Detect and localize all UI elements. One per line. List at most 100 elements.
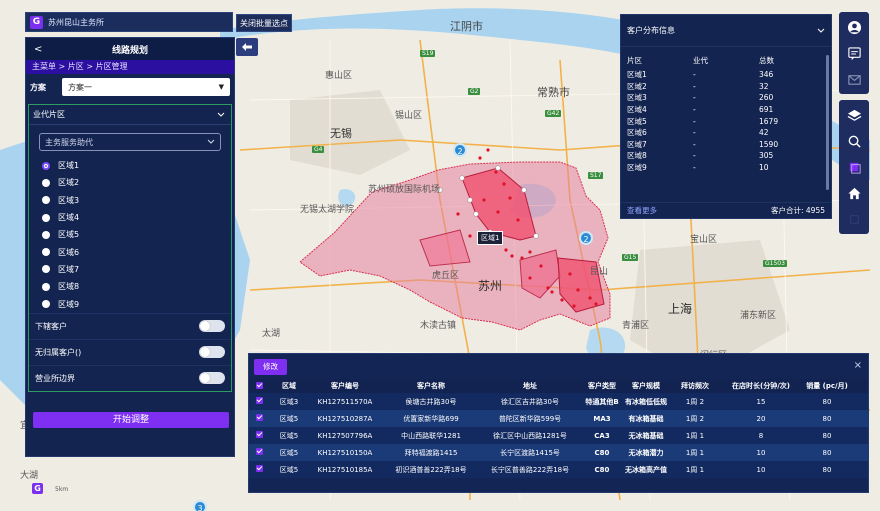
table-cell: 1周 2 bbox=[685, 397, 705, 406]
table-header-cell: 客户名称 bbox=[417, 382, 445, 390]
toggle-label: 无归属客户() bbox=[35, 347, 82, 357]
zone-radio-item[interactable]: 区域5 bbox=[29, 226, 231, 243]
table-cell: 无冰箱潜力 bbox=[628, 448, 664, 457]
zone-tag[interactable]: 区域1 bbox=[477, 231, 504, 245]
toggle-row: 营业所边界 bbox=[29, 364, 231, 391]
zone-radio-label: 区域2 bbox=[58, 178, 80, 188]
row-checkbox[interactable] bbox=[249, 414, 269, 423]
zone-radio-label: 区域8 bbox=[58, 282, 80, 292]
close-icon[interactable]: × bbox=[854, 360, 862, 371]
radio-icon[interactable] bbox=[42, 196, 50, 205]
row-checkbox[interactable] bbox=[249, 431, 269, 440]
back-button[interactable] bbox=[236, 38, 258, 56]
table-cell: KH127507796A bbox=[317, 431, 373, 440]
checkbox-icon[interactable] bbox=[255, 465, 263, 472]
radio-icon[interactable] bbox=[42, 178, 50, 187]
map-place-label: 无锡 bbox=[330, 127, 352, 140]
checkbox-icon[interactable] bbox=[255, 397, 263, 404]
table-cell: 徐汇区吉井路30号 bbox=[501, 397, 559, 406]
info-cell: 区域7 bbox=[627, 139, 647, 149]
toggle-switch[interactable] bbox=[199, 320, 225, 333]
info-cell: - bbox=[693, 128, 696, 138]
row-checkbox[interactable] bbox=[249, 448, 269, 457]
customer-total: 客户合计: 4955 bbox=[771, 205, 825, 216]
total-value: 4955 bbox=[805, 206, 825, 215]
view-more-link[interactable]: 查看更多 bbox=[627, 205, 657, 216]
map-scale: 5km bbox=[55, 486, 69, 493]
zone-radio-label: 区域3 bbox=[58, 195, 80, 205]
info-header[interactable]: 客户分布信息 bbox=[621, 15, 831, 47]
info-cell: - bbox=[693, 70, 696, 80]
zone-radio-item[interactable]: 区域4 bbox=[29, 209, 231, 226]
table-cell: 10 bbox=[756, 465, 766, 474]
radio-icon[interactable] bbox=[42, 265, 50, 274]
radio-icon[interactable] bbox=[42, 161, 50, 170]
checkbox-icon[interactable] bbox=[255, 414, 263, 421]
table-row[interactable]: 区域5 KH127510185A 初识酒普善222弄18号 长宁区普善路222弄18号… bbox=[249, 461, 868, 478]
zone-radio-item[interactable]: 区域7 bbox=[29, 261, 231, 278]
message-icon bbox=[847, 46, 861, 60]
checkbox-icon[interactable] bbox=[255, 448, 263, 455]
table-cell: 8 bbox=[758, 431, 764, 440]
toggle-label: 营业所边界 bbox=[35, 373, 75, 383]
table-cell: 1周 1 bbox=[685, 431, 705, 440]
zone-radio-item[interactable]: 区域2 bbox=[29, 174, 231, 191]
collapse-chevron-icon[interactable]: < bbox=[34, 44, 42, 55]
checkbox-icon[interactable] bbox=[255, 431, 263, 438]
radio-icon[interactable] bbox=[42, 282, 50, 291]
search-button[interactable] bbox=[839, 128, 869, 154]
helper-select[interactable]: 主务服务助代 bbox=[39, 133, 221, 151]
edit-button[interactable]: 修改 bbox=[254, 359, 287, 375]
table-header-cell: 客户规模 bbox=[632, 382, 660, 390]
table-cell: 中山西路联华1281 bbox=[401, 431, 461, 440]
home-button[interactable] bbox=[839, 180, 869, 206]
table-cell: 区域5 bbox=[279, 431, 299, 440]
user-button[interactable] bbox=[839, 14, 869, 40]
zone-radio-item[interactable]: 区域9 bbox=[29, 295, 231, 312]
layers-button[interactable] bbox=[839, 102, 869, 128]
radio-icon[interactable] bbox=[42, 248, 50, 257]
row-checkbox[interactable] bbox=[249, 465, 269, 474]
customer-table: 区域 客户编号 客户名称 地址 客户类型 客户规模 拜访频次 在店时长(分钟/次… bbox=[249, 379, 868, 478]
cluster-marker[interactable]: 2 bbox=[579, 231, 593, 245]
back-arrow-icon bbox=[242, 43, 252, 51]
radio-icon[interactable] bbox=[42, 213, 50, 222]
table-row[interactable]: 区域5 KH127510150A 拜特福渡路1415 长宁区渡路1415号 C80 无冰箱… bbox=[249, 444, 868, 461]
zone-section: 业代片区 主务服务助代 区域1 区域2 区域3 区域4 区域5 区域6 区域7 区域8 区域9 bbox=[28, 104, 232, 313]
info-scrollbar[interactable] bbox=[826, 55, 829, 190]
toggle-switch[interactable] bbox=[199, 372, 225, 385]
table-cell: 1周 1 bbox=[685, 448, 705, 457]
info-cell: 10 bbox=[759, 163, 769, 173]
cluster-marker[interactable]: 3 bbox=[193, 500, 207, 511]
zone-radio-item[interactable]: 区域8 bbox=[29, 278, 231, 295]
start-adjust-button[interactable]: 开始调整 bbox=[33, 412, 229, 428]
map-place-label: 浦东新区 bbox=[740, 311, 777, 321]
cluster-marker[interactable]: 2 bbox=[453, 143, 467, 157]
select-area-button[interactable] bbox=[839, 154, 869, 180]
zone-radio-item[interactable]: 区域6 bbox=[29, 243, 231, 260]
zone-section-header[interactable]: 业代片区 bbox=[29, 105, 231, 125]
radio-icon[interactable] bbox=[42, 300, 50, 309]
zone-radio-item[interactable]: 区域3 bbox=[29, 192, 231, 209]
toolbar-extra-button[interactable] bbox=[839, 206, 869, 232]
zone-radio-item[interactable]: 区域1 bbox=[29, 157, 231, 174]
table-cell: 长宁区渡路1415号 bbox=[500, 448, 560, 457]
row-checkbox[interactable] bbox=[249, 397, 269, 406]
batch-select-button[interactable]: 关闭批量选点 bbox=[236, 14, 292, 32]
info-cell: - bbox=[693, 81, 696, 91]
table-row[interactable]: 区域5 KH127507796A 中山西路联华1281 徐汇区中山西路1281号 CA3… bbox=[249, 427, 868, 444]
select-all-checkbox[interactable] bbox=[249, 381, 269, 391]
table-cell: 20 bbox=[756, 414, 766, 423]
table-cell: C80 bbox=[594, 448, 610, 457]
radio-icon[interactable] bbox=[42, 230, 50, 239]
table-row[interactable]: 区域3 KH127511570A 侯塘古井路30号 徐汇区吉井路30号 特通其他B 有冰箱… bbox=[249, 393, 868, 410]
map-place-label: 无锡太湖学院 bbox=[300, 205, 355, 215]
plan-select[interactable]: 方案一 ▼ bbox=[62, 78, 230, 96]
toggle-switch[interactable] bbox=[199, 346, 225, 359]
message-button[interactable] bbox=[839, 40, 869, 66]
mail-button[interactable] bbox=[839, 66, 869, 92]
zone-radio-list: 区域1 区域2 区域3 区域4 区域5 区域6 区域7 区域8 区域9 bbox=[29, 157, 231, 313]
table-cell: 特通其他B bbox=[585, 397, 619, 406]
table-row[interactable]: 区域5 KH127510287A 优置家新华路699 普陀区新华路599号 MA3 有冰箱… bbox=[249, 410, 868, 427]
org-title-bar: G 苏州昆山主务所 bbox=[25, 12, 233, 32]
